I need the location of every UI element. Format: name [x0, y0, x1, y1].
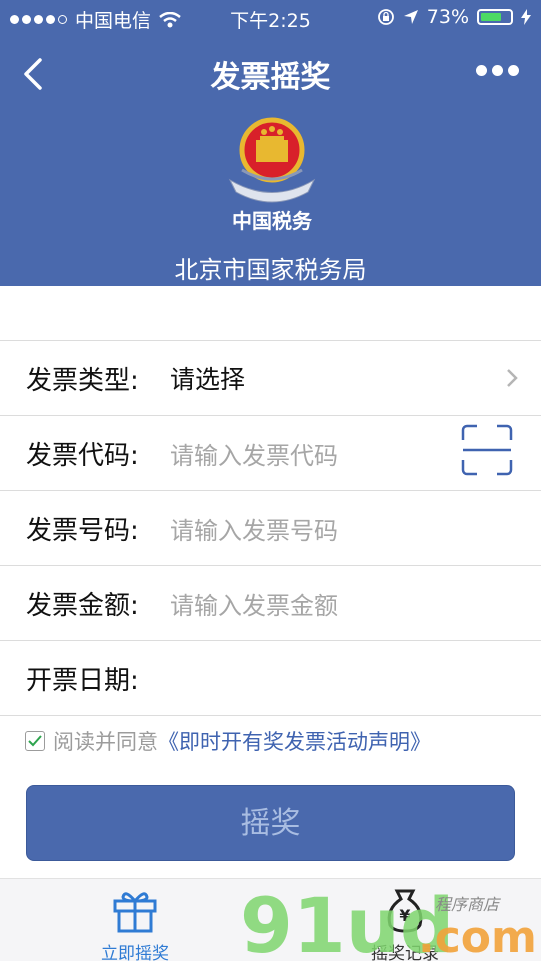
agreement-text: 阅读并同意 — [53, 730, 158, 754]
page-title: 发票摇奖 — [210, 60, 331, 95]
invoice-number-row: 发票号码: 请输入发票号码 — [0, 491, 541, 566]
invoice-date-label: 开票日期: — [26, 665, 139, 696]
invoice-amount-input[interactable]: 请输入发票金额 — [170, 586, 338, 621]
tab-draw-now[interactable]: 立即摇奖 — [75, 887, 195, 964]
invoice-type-row[interactable]: 发票类型: 请选择 — [0, 341, 541, 416]
invoice-type-label: 发票类型: — [26, 365, 139, 396]
gift-icon — [113, 892, 157, 933]
rotation-lock-icon — [377, 9, 394, 25]
bureau-name: 北京市国家税务局 — [174, 256, 367, 284]
invoice-code-input[interactable]: 请输入发票代码 — [170, 436, 338, 471]
invoice-type-select[interactable]: 请选择 — [170, 360, 245, 396]
invoice-amount-row: 发票金额: 请输入发票金额 — [0, 566, 541, 641]
checkmark-icon — [28, 735, 42, 747]
agreement-row: 阅读并同意 《即时开有奖发票活动声明》 — [25, 726, 431, 756]
invoice-form: 发票类型: 请选择 发票代码: 请输入发票代码 发票号码: 请输入发票号码 发票… — [0, 340, 541, 716]
emblem-text: 中国税务 — [232, 209, 313, 233]
charging-icon — [521, 9, 531, 25]
scan-icon[interactable] — [461, 424, 513, 476]
header-banner: 中国电信 下午2:25 73% 发票摇奖 中国税务 北京市国家税务局 — [0, 0, 541, 286]
invoice-amount-label: 发票金额: — [26, 590, 139, 621]
agreement-link[interactable]: 《即时开有奖发票活动声明》 — [158, 726, 431, 756]
watermark-logo: 91ud .com 程序商店 — [240, 881, 537, 960]
more-menu-icon[interactable] — [476, 65, 519, 76]
location-icon — [403, 10, 418, 24]
invoice-date-row[interactable]: 开票日期: — [0, 641, 541, 716]
agreement-checkbox[interactable] — [25, 731, 45, 751]
status-bar: 中国电信 下午2:25 73% — [0, 0, 541, 36]
tab-draw-now-label: 立即摇奖 — [101, 944, 169, 964]
svg-text:程序商店: 程序商店 — [435, 895, 501, 914]
battery-icon — [477, 9, 513, 25]
invoice-code-row: 发票代码: 请输入发票代码 — [0, 416, 541, 491]
chevron-right-icon — [507, 369, 518, 387]
invoice-code-label: 发票代码: — [26, 440, 139, 471]
nav-bar: 发票摇奖 — [0, 40, 541, 104]
svg-text:.com: .com — [418, 912, 537, 960]
battery-percent: 73% — [426, 6, 469, 28]
invoice-number-label: 发票号码: — [26, 515, 139, 546]
tax-emblem-logo: 中国税务 — [228, 117, 316, 233]
invoice-number-input[interactable]: 请输入发票号码 — [170, 511, 338, 546]
draw-button[interactable]: 摇奖 — [26, 785, 515, 861]
